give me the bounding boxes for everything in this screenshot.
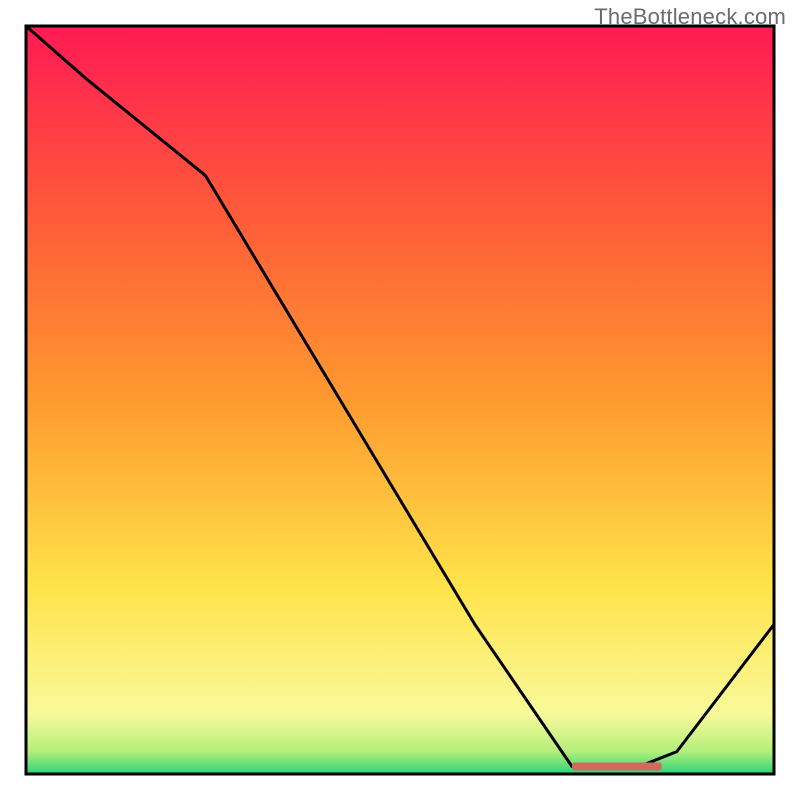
optimal-range-marker [572, 763, 662, 771]
chart-svg [0, 0, 800, 800]
plot-area [26, 26, 774, 774]
chart-container: { "watermark": "TheBottleneck.com", "cha… [0, 0, 800, 800]
gradient-background [26, 26, 774, 774]
